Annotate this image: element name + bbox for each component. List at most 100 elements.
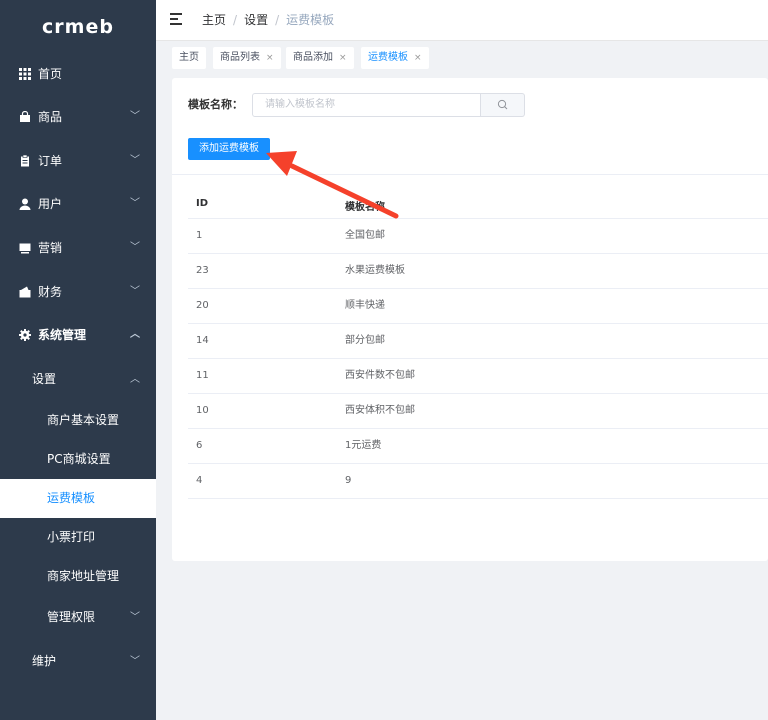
bag-icon bbox=[20, 111, 30, 122]
tags-view: 主页 商品列表 × 商品添加 × 运费模板 × bbox=[156, 41, 768, 77]
sidebar-item-label: PC商城设置 bbox=[47, 452, 111, 466]
sidebar: crmeb 首页 商品 ﹀ 订单 ﹀ 用户 ﹀ 营销 ﹀ 财务 ﹀ 系统管理 ︿… bbox=[0, 0, 156, 720]
chevron-up-icon: ︿ bbox=[130, 374, 140, 385]
tab-label: 运费模板 bbox=[368, 52, 408, 63]
sidebar-item-marketing[interactable]: 营销 ﹀ bbox=[0, 226, 156, 270]
menu-toggle-icon[interactable] bbox=[170, 13, 182, 25]
top-header: 主页 / 设置 / 运费模板 bbox=[156, 0, 768, 41]
row-divider bbox=[188, 253, 768, 254]
column-header-id: ID bbox=[196, 198, 209, 209]
cell-template-name: 9 bbox=[345, 475, 352, 486]
sidebar-item-label: 设置 bbox=[32, 372, 57, 386]
sidebar-item-home[interactable]: 首页 bbox=[0, 52, 156, 96]
breadcrumb-current: 运费模板 bbox=[286, 13, 335, 27]
close-icon[interactable]: × bbox=[339, 53, 347, 63]
user-icon bbox=[19, 198, 31, 210]
cell-template-name: 部分包邮 bbox=[345, 335, 385, 346]
tab-product-list[interactable]: 商品列表 × bbox=[213, 47, 281, 69]
cell-id: 10 bbox=[196, 405, 209, 416]
breadcrumb: 主页 / 设置 / 运费模板 bbox=[202, 0, 334, 40]
sidebar-item-label: 首页 bbox=[38, 67, 63, 81]
template-name-label: 模板名称： bbox=[188, 98, 243, 111]
row-divider bbox=[188, 393, 768, 394]
row-divider bbox=[188, 428, 768, 429]
cell-id: 11 bbox=[196, 370, 209, 381]
row-divider bbox=[188, 323, 768, 324]
sidebar-item-label: 管理权限 bbox=[47, 610, 96, 624]
chevron-down-icon: ﹀ bbox=[130, 111, 140, 122]
tab-label: 主页 bbox=[179, 52, 199, 63]
sidebar-item-settings[interactable]: 设置 ︿ bbox=[0, 360, 156, 399]
main-panel: 模板名称： 请输入模板名称 添加运费模板 ID 模板名称 1 全国包邮 23 水果运费… bbox=[172, 78, 768, 561]
search-button[interactable] bbox=[481, 93, 525, 117]
monitor-icon bbox=[19, 243, 31, 254]
header-divider bbox=[188, 218, 768, 219]
sidebar-item-label: 小票打印 bbox=[47, 530, 96, 544]
sidebar-item-maintenance[interactable]: 维护 ﹀ bbox=[0, 642, 156, 681]
tab-product-add[interactable]: 商品添加 × bbox=[286, 47, 354, 69]
sidebar-item-shipping-template[interactable]: 运费模板 bbox=[0, 479, 156, 518]
divider bbox=[172, 174, 768, 175]
grid-icon bbox=[19, 68, 31, 80]
search-input[interactable]: 请输入模板名称 bbox=[252, 93, 481, 117]
cell-id: 1 bbox=[196, 230, 203, 241]
tab-label: 商品添加 bbox=[293, 52, 333, 63]
breadcrumb-home[interactable]: 主页 bbox=[202, 13, 226, 27]
sidebar-item-permissions[interactable]: 管理权限 ﹀ bbox=[0, 598, 156, 637]
sidebar-item-label: 系统管理 bbox=[38, 328, 87, 342]
sidebar-item-pc-settings[interactable]: PC商城设置 bbox=[0, 440, 156, 479]
cell-template-name: 西安件数不包邮 bbox=[345, 370, 415, 381]
cell-id: 4 bbox=[196, 475, 203, 486]
cell-template-name: 全国包邮 bbox=[345, 230, 385, 241]
cell-template-name: 水果运费模板 bbox=[345, 265, 405, 276]
sidebar-item-products[interactable]: 商品 ﹀ bbox=[0, 95, 156, 139]
sidebar-item-users[interactable]: 用户 ﹀ bbox=[0, 182, 156, 226]
chevron-down-icon: ﹀ bbox=[130, 286, 140, 297]
close-icon[interactable]: × bbox=[266, 53, 274, 63]
sidebar-item-label: 用户 bbox=[38, 197, 63, 211]
close-icon[interactable]: × bbox=[414, 53, 422, 63]
sidebar-item-address[interactable]: 商家地址管理 bbox=[0, 557, 156, 596]
column-header-name: 模板名称 bbox=[345, 202, 385, 213]
gear-icon bbox=[19, 329, 31, 341]
breadcrumb-separator: / bbox=[233, 13, 238, 27]
cell-id: 6 bbox=[196, 440, 203, 451]
breadcrumb-settings[interactable]: 设置 bbox=[244, 13, 268, 27]
sidebar-item-finance[interactable]: 财务 ﹀ bbox=[0, 270, 156, 314]
chevron-down-icon: ﹀ bbox=[130, 242, 140, 253]
logo: crmeb bbox=[42, 16, 114, 38]
sidebar-item-label: 财务 bbox=[38, 285, 63, 299]
sidebar-item-label: 订单 bbox=[38, 154, 63, 168]
sidebar-item-label: 商家地址管理 bbox=[47, 569, 120, 583]
search-icon bbox=[497, 99, 508, 110]
sidebar-item-label: 维护 bbox=[32, 654, 57, 668]
cell-template-name: 1元运费 bbox=[345, 440, 382, 451]
row-divider bbox=[188, 288, 768, 289]
row-divider bbox=[188, 463, 768, 464]
chevron-down-icon: ﹀ bbox=[130, 198, 140, 209]
chevron-down-icon: ﹀ bbox=[130, 155, 140, 166]
chevron-down-icon: ﹀ bbox=[130, 656, 140, 667]
tab-home[interactable]: 主页 bbox=[172, 47, 206, 69]
row-divider bbox=[188, 358, 768, 359]
cell-id: 14 bbox=[196, 335, 209, 346]
cell-id: 23 bbox=[196, 265, 209, 276]
sidebar-item-label: 商品 bbox=[38, 110, 63, 124]
cell-id: 20 bbox=[196, 300, 209, 311]
add-shipping-template-button[interactable]: 添加运费模板 bbox=[188, 138, 270, 160]
tab-label: 商品列表 bbox=[220, 52, 260, 63]
cell-template-name: 顺丰快递 bbox=[345, 300, 385, 311]
sidebar-item-merchant-settings[interactable]: 商户基本设置 bbox=[0, 401, 156, 440]
chevron-down-icon: ﹀ bbox=[130, 612, 140, 623]
breadcrumb-separator: / bbox=[275, 13, 280, 27]
tab-shipping-template[interactable]: 运费模板 × bbox=[361, 47, 429, 69]
chevron-up-icon: ︿ bbox=[130, 329, 140, 340]
wallet-icon bbox=[19, 286, 31, 298]
sidebar-item-label: 运费模板 bbox=[47, 491, 96, 505]
sidebar-item-receipt-print[interactable]: 小票打印 bbox=[0, 518, 156, 557]
sidebar-item-system[interactable]: 系统管理 ︿ bbox=[0, 313, 156, 357]
sidebar-item-label: 营销 bbox=[38, 241, 63, 255]
clipboard-icon bbox=[21, 155, 29, 167]
cell-template-name: 西安体积不包邮 bbox=[345, 405, 415, 416]
sidebar-item-orders[interactable]: 订单 ﹀ bbox=[0, 139, 156, 183]
